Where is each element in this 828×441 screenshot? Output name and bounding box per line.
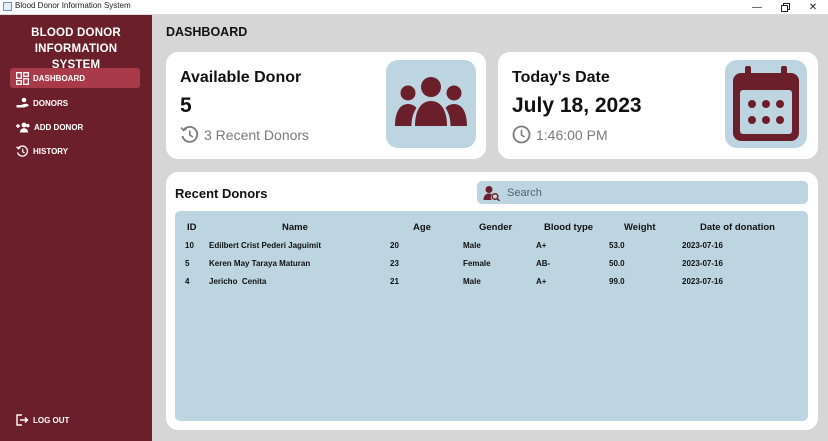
calendar-icon (733, 66, 799, 141)
sidebar-item-label: HISTORY (33, 146, 69, 156)
recent-donors-summary: 3 Recent Donors (180, 125, 309, 144)
app-brand: BLOOD DONOR INFORMATION SYSTEM (31, 27, 121, 71)
cell-date: 2023-07-16 (682, 277, 723, 286)
cell-gender: Female (463, 259, 491, 268)
sidebar-item-donors[interactable]: DONORS (10, 93, 140, 113)
app-icon (3, 2, 12, 11)
current-time-text: 1:46:00 PM (536, 126, 608, 143)
search-user-icon (483, 185, 501, 201)
add-donor-icon (16, 122, 30, 132)
cell-age: 21 (390, 277, 399, 286)
search-input[interactable] (505, 185, 789, 200)
current-time: 1:46:00 PM (512, 125, 608, 144)
cell-date: 2023-07-16 (682, 241, 723, 250)
available-donor-count: 5 (180, 94, 192, 117)
column-header-gender[interactable]: Gender (479, 222, 512, 233)
cell-id: 10 (185, 241, 194, 250)
recent-donors-title: Recent Donors (175, 186, 268, 201)
cell-gender: Male (463, 241, 481, 250)
group-icon (395, 77, 467, 126)
cell-blood-type: AB- (536, 259, 551, 268)
column-header-date-of-donation[interactable]: Date of donation (700, 222, 775, 233)
cell-blood-type: A+ (536, 277, 547, 286)
sidebar-item-history[interactable]: HISTORY (10, 141, 140, 161)
search-box[interactable] (477, 181, 808, 204)
recent-donors-table: ID Name Age Gender Blood type Weight Dat… (175, 211, 808, 421)
calendar-icon-tile (725, 60, 807, 148)
cell-weight: 53.0 (609, 241, 625, 250)
cell-id: 5 (185, 259, 190, 268)
page-title: DASHBOARD (166, 25, 248, 39)
restore-icon[interactable] (770, 0, 800, 14)
sidebar-item-dashboard[interactable]: DASHBOARD (10, 68, 140, 88)
table-row[interactable]: 10 Edilbert Crist Pederi Jaguimit 20 Mal… (175, 241, 808, 257)
column-header-weight[interactable]: Weight (624, 222, 656, 233)
cell-date: 2023-07-16 (682, 259, 723, 268)
window-titlebar: Blood Donor Information System — ✕ (0, 0, 828, 15)
group-icon-tile (386, 60, 476, 148)
todays-date-title: Today's Date (512, 69, 610, 86)
window-title: Blood Donor Information System (15, 1, 131, 10)
table-row[interactable]: 5 Keren May Taraya Maturan 23 Female AB-… (175, 259, 808, 275)
todays-date-card: Today's Date July 18, 2023 1:46:00 PM (498, 52, 818, 159)
column-header-age[interactable]: Age (413, 222, 431, 233)
recent-donors-text: 3 Recent Donors (204, 126, 310, 143)
logout-button[interactable]: LOG OUT (10, 410, 140, 430)
minimize-icon[interactable]: — (742, 0, 772, 14)
close-icon[interactable]: ✕ (798, 0, 828, 14)
sidebar-item-add-donor[interactable]: ADD DONOR (10, 117, 140, 137)
cell-weight: 99.0 (609, 277, 625, 286)
cell-blood-type: A+ (536, 241, 547, 250)
recent-donors-panel: Recent Donors ID Name Age Gender Blood t… (166, 172, 818, 430)
cell-id: 4 (185, 277, 190, 286)
cell-age: 23 (390, 259, 399, 268)
todays-date-value: July 18, 2023 (512, 94, 642, 117)
sidebar: BLOOD DONOR INFORMATION SYSTEM DASHBOARD… (0, 15, 152, 441)
donors-icon (16, 97, 29, 108)
clock-icon (512, 125, 531, 144)
cell-name: Keren May Taraya Maturan (209, 259, 311, 268)
cell-gender: Male (463, 277, 481, 286)
main-content: DASHBOARD Available Donor 5 3 Recent Don… (152, 15, 828, 441)
available-donor-title: Available Donor (180, 69, 302, 86)
logout-icon (16, 414, 29, 426)
cell-name: Edilbert Crist Pederi Jaguimit (209, 241, 322, 250)
column-header-id[interactable]: ID (187, 222, 197, 233)
cell-weight: 50.0 (609, 259, 625, 268)
cell-name: Jericho Cenita (209, 277, 267, 286)
dashboard-icon (16, 71, 29, 85)
column-header-blood-type[interactable]: Blood type (544, 222, 593, 233)
sidebar-item-label: ADD DONOR (34, 122, 84, 132)
history-icon (180, 125, 199, 143)
sidebar-item-label: DONORS (33, 98, 69, 108)
cell-age: 20 (390, 241, 399, 250)
sidebar-item-label: DASHBOARD (33, 73, 85, 83)
logout-label: LOG OUT (33, 415, 70, 425)
column-header-name[interactable]: Name (282, 222, 308, 233)
available-donor-card: Available Donor 5 3 Recent Donors (166, 52, 486, 159)
table-row[interactable]: 4 Jericho Cenita 21 Male A+ 99.0 2023-07… (175, 277, 808, 293)
history-icon (16, 144, 29, 157)
